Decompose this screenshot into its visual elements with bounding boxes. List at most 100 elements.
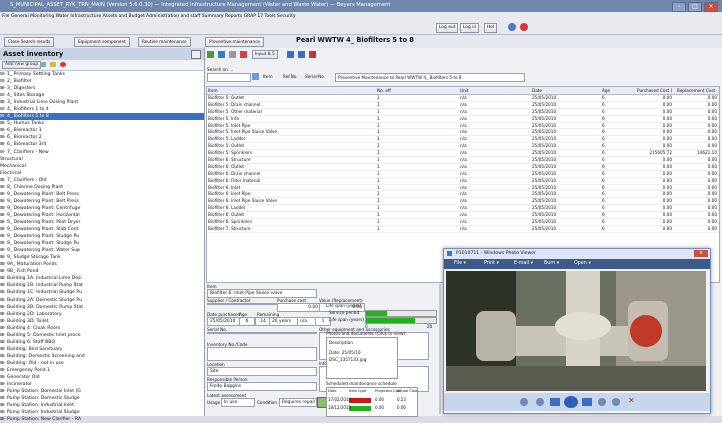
column-header[interactable]: No. off bbox=[377, 87, 397, 94]
close-icon[interactable]: × bbox=[704, 2, 718, 12]
maintenance-cell[interactable]: 0.00 bbox=[375, 397, 384, 402]
table-row[interactable]: Biofilter 6: Inlet Pipe 1 n/a 25/05/2010 6 0.… bbox=[207, 191, 719, 199]
add-icon[interactable] bbox=[207, 51, 214, 58]
purchase-cost-field[interactable]: 0.00 bbox=[277, 303, 321, 312]
tree-item[interactable]: ⊞- Building 5: Domestic Inlet proce bbox=[0, 332, 204, 339]
tree-item[interactable]: ⊟- 4_ Biofilters 5 to 8 bbox=[0, 113, 204, 121]
column-header[interactable]: Date bbox=[532, 87, 572, 94]
item-field[interactable]: Biofilter 6: Inlet Pipe Sluice valve bbox=[207, 289, 317, 298]
table-row[interactable]: Biofilter 5: Outlet 1 n/a 25/05/2010 6 0.00 0.… bbox=[207, 143, 719, 151]
table-row[interactable]: Biofilter 6: Structure 1 n/a 25/05/2010 6 0.0… bbox=[207, 157, 719, 164]
tree-item[interactable]: ⊞- 9_ Dewatering Plant: Sludge Pu bbox=[0, 233, 204, 240]
tree-item[interactable]: ⊞- Pump Station: Industrial Sludge bbox=[0, 409, 204, 416]
search-input[interactable] bbox=[207, 73, 251, 82]
photo-viewer-menu-item[interactable]: E-mail ▾ bbox=[514, 261, 533, 266]
tree-item[interactable]: ⊞- 9_ Dewatering Plant: Slab Cont bbox=[0, 226, 204, 233]
photo-viewer-menu-item[interactable]: Burn ▾ bbox=[544, 261, 559, 266]
view-icon[interactable] bbox=[298, 51, 305, 58]
tree-item[interactable]: ⊞- 9_ Dewatering Plant: Pilot Dryer bbox=[0, 219, 204, 226]
info-icon[interactable] bbox=[508, 23, 516, 31]
table-row[interactable]: Biofilter 5: Ladder 1 n/a 25/05/2010 6 0.00 0.… bbox=[207, 136, 719, 144]
tree-item[interactable]: Structural bbox=[0, 156, 204, 163]
panel-pin-icon[interactable] bbox=[191, 50, 201, 59]
tree-item[interactable]: ⊞- Incinerator bbox=[0, 381, 204, 388]
table-row[interactable]: Biofilter 6: Outlet 1 n/a 25/05/2010 6 0.00 0.… bbox=[207, 212, 719, 220]
tree-item[interactable]: ⊞- 3_ Digesters bbox=[0, 85, 204, 92]
tree-item[interactable]: ⊟- 4_ Sites Storage bbox=[0, 92, 204, 99]
inventory-field[interactable] bbox=[207, 347, 317, 361]
column-header[interactable]: Purchased Cost (Excl) bbox=[637, 87, 672, 94]
help-button[interactable]: Hel bbox=[484, 23, 498, 33]
tree-item[interactable]: ⊞- 9_ Dewatering Plant: Belt Press bbox=[0, 198, 204, 205]
tree-item[interactable]: ⊞- 9_ Dewatering Plant: Centrifuge bbox=[0, 205, 204, 212]
tree-item[interactable]: Mechanical bbox=[0, 163, 204, 170]
table-row[interactable]: Biofilter 6: Sprinklers 1 n/a 25/05/2010 6 0.… bbox=[207, 219, 719, 226]
tree-item[interactable]: ⊞- 9_ Dewatering Plant: Horizontal bbox=[0, 212, 204, 219]
life-years-field[interactable]: 20 years bbox=[269, 317, 299, 326]
tree-item[interactable]: ⊞- Building 1A: Industrial Lime Dosi bbox=[0, 275, 204, 282]
radio-ref-no[interactable]: Ref.No. bbox=[283, 74, 298, 79]
slideshow-icon[interactable] bbox=[564, 396, 578, 408]
tree-item[interactable]: ⊞- Building 2D: Laboratory bbox=[0, 311, 204, 318]
responsible-field[interactable]: Frodo Baggins bbox=[207, 382, 317, 391]
maintenance-cell[interactable]: 18/12/2013 bbox=[328, 405, 351, 410]
rotate-left-icon[interactable] bbox=[598, 398, 606, 406]
table-row[interactable]: Biofilter 6: Ladder 1 n/a 25/05/2010 6 0.00 0.… bbox=[207, 205, 719, 213]
maintenance-cell[interactable]: 0.00 bbox=[375, 405, 384, 410]
tree-item[interactable]: ⊞- Pump Station: New Clarifier - RA bbox=[0, 416, 204, 423]
delete-record-icon[interactable] bbox=[240, 51, 247, 58]
tree-item[interactable]: ⊞- Building: Domestic Screening and bbox=[0, 353, 204, 360]
next-icon[interactable] bbox=[582, 398, 592, 406]
table-row[interactable]: Biofilter 6: Inlet Pipe Sluice Valve 1 n/a… bbox=[207, 198, 719, 206]
input-tab[interactable]: Input 8.5 bbox=[252, 50, 278, 59]
menu-items[interactable]: File General Monitoring Water Infrastruc… bbox=[2, 14, 296, 19]
table-row[interactable]: Biofilter 5: Inlet Pipe Sluice Valve 1 n/a… bbox=[207, 129, 719, 137]
delete-icon[interactable] bbox=[60, 62, 66, 67]
tree-item[interactable]: ⊞- 3_ Industrial Lime Dosing Plant bbox=[0, 99, 204, 106]
tree-item[interactable]: ⊞- 8_ Chlorine Dosing Plant bbox=[0, 184, 204, 191]
tree-item[interactable]: ⊞- Building 6: Staff BBQ bbox=[0, 339, 204, 346]
equipment-component-button[interactable]: Equipment component bbox=[74, 37, 130, 47]
tree-item[interactable]: ⊞- 9A_ Maturation Ponds bbox=[0, 261, 204, 268]
splitter[interactable] bbox=[439, 284, 441, 414]
photo-viewer-menu-item[interactable]: Print ▾ bbox=[484, 261, 499, 266]
maximize-icon[interactable]: □ bbox=[688, 2, 702, 12]
rotate-right-icon[interactable] bbox=[612, 398, 620, 406]
tree-item[interactable]: ⊞- Building 4: Cloak Room bbox=[0, 325, 204, 332]
tree-item[interactable]: ⊟- 7_ Clarifiers - New bbox=[0, 149, 204, 156]
tree-item[interactable]: ⊞- 9B_ Fish Pond bbox=[0, 268, 204, 275]
search-icon[interactable] bbox=[252, 73, 259, 80]
copy-icon[interactable] bbox=[229, 51, 236, 58]
tree-item[interactable]: ⊞- Building: Bird Sanctuary bbox=[0, 346, 204, 353]
maintenance-cell[interactable]: 17/02/2014 bbox=[328, 397, 351, 402]
photo-file[interactable]: DSC_1357133.jpg bbox=[329, 357, 366, 362]
tree-item[interactable]: ⊟- 4_ Biofilters 1 to 4 bbox=[0, 106, 204, 113]
tree-item[interactable]: ⊞- Building 2A: Domestic Sludge Pu bbox=[0, 297, 204, 304]
edit-icon[interactable] bbox=[50, 62, 56, 67]
table-row[interactable]: Biofilter 5: Drain channel 1 n/a 25/05/2010… bbox=[207, 102, 719, 109]
column-header[interactable]: Item bbox=[208, 87, 368, 94]
table-row[interactable]: Biofilter 6: Filter material 1 n/a 25/05/20… bbox=[207, 178, 719, 185]
maintenance-cell[interactable]: 0.23 bbox=[397, 397, 406, 402]
tree-item[interactable]: ⊞- Emergency Pond 1 bbox=[0, 367, 204, 374]
table-row[interactable]: Biofilter 5: Inlet Pipe 1 n/a 25/05/2010 6 0.… bbox=[207, 123, 719, 130]
tree-item[interactable]: ⊞- 6_ Bioreactor 1 bbox=[0, 127, 204, 134]
tree-item[interactable]: ⊞- Generator Old bbox=[0, 374, 204, 381]
unit-field[interactable]: n/a bbox=[297, 317, 317, 326]
zoom-icon[interactable] bbox=[520, 398, 528, 406]
tree-item[interactable]: ⊞- 5_ Humus Tanks bbox=[0, 120, 204, 127]
tree-item[interactable]: ⊞- 9_ Sludge Storage Tank bbox=[0, 254, 204, 261]
photo-viewer-close-icon[interactable]: × bbox=[694, 250, 708, 257]
photo-viewer-menu-item[interactable]: Open ▾ bbox=[574, 261, 591, 266]
table-row[interactable]: Biofilter 5: Sprinklers 1 n/a 25/05/2010 6 21… bbox=[207, 150, 719, 158]
tree-item[interactable]: ⊞- Building 1B: Industrial Pump Stat bbox=[0, 282, 204, 289]
tree-item[interactable]: ⊞- 9_ Dewatering Plant: Sludge Pu bbox=[0, 240, 204, 247]
save-icon[interactable] bbox=[218, 51, 225, 58]
location-field[interactable]: Site bbox=[207, 367, 317, 376]
table-row[interactable]: Biofilter 6: Drain channel 1 n/a 25/05/2010… bbox=[207, 171, 719, 178]
usage-field[interactable]: In use bbox=[221, 398, 255, 407]
tree-item[interactable]: ⊟- 2_ Biofilter bbox=[0, 78, 204, 85]
tree-item[interactable]: ⊞- 6_ Bioreactor 3/4 bbox=[0, 141, 204, 148]
table-row[interactable]: Biofilter 5: Info 1 n/a 25/05/2010 6 0.00 0.00 bbox=[207, 116, 719, 123]
close-search-results-button[interactable]: Close Search results bbox=[4, 37, 55, 47]
